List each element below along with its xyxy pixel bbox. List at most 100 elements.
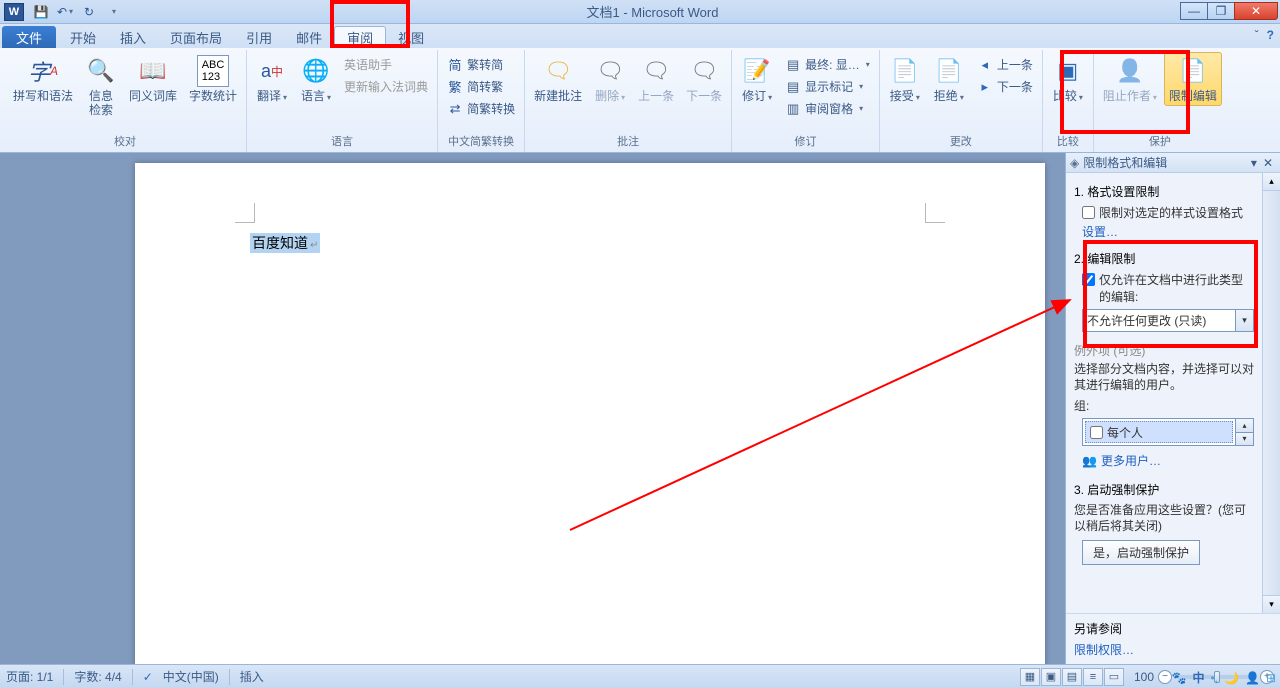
minimize-button[interactable]: — (1180, 2, 1208, 20)
editing-type-value: 不允许任何更改 (只读) (1082, 309, 1236, 332)
taskpane-footer: 另请参阅 限制权限… (1066, 613, 1280, 664)
restore-button[interactable]: ❐ (1207, 2, 1235, 20)
format-restrict-checkbox[interactable] (1082, 206, 1095, 219)
accept-button[interactable]: 📄接受▾ (884, 52, 926, 108)
everyone-checkbox[interactable] (1090, 426, 1103, 439)
document-canvas[interactable]: 百度知道 (0, 153, 1065, 664)
print-layout-view[interactable]: ▦ (1020, 668, 1040, 686)
thesaurus-button[interactable]: 📖同义词库 (124, 52, 182, 106)
group-label: 语言 (251, 131, 433, 152)
compare-button[interactable]: ▣比较▾ (1047, 52, 1089, 108)
help-icon[interactable]: ? (1267, 28, 1274, 42)
save-button[interactable]: 💾 (30, 2, 52, 22)
restrict-edit-icon: 📄 (1177, 55, 1209, 87)
tab-review[interactable]: 审阅 (334, 26, 386, 48)
exceptions-title: 例外项 (可选) (1074, 342, 1254, 359)
scroll-up-icon[interactable]: ▴ (1263, 173, 1280, 191)
web-view[interactable]: ▤ (1062, 668, 1082, 686)
tray-icon[interactable]: 🌙 (1224, 671, 1239, 685)
undo-button[interactable]: ↶▾ (54, 2, 76, 22)
editing-restrict-label: 仅允许在文档中进行此类型的编辑: (1099, 271, 1254, 305)
section-3-desc: 您是否准备应用这些设置？(您可以稍后将其关闭) (1074, 502, 1254, 534)
document-page[interactable]: 百度知道 (135, 163, 1045, 664)
group-comments: 🗨新建批注 🗨删除▾ 🗨上一条 🗨下一条 批注 (525, 50, 732, 152)
prev-change-button[interactable]: ◂上一条 (972, 54, 1038, 75)
title-bar: W 💾 ↶▾ ↻ ▾ 文档1 - Microsoft Word — ❐ ✕ (0, 0, 1280, 24)
outline-view[interactable]: ≡ (1083, 668, 1103, 686)
block-authors-button[interactable]: 👤阻止作者▾ (1098, 52, 1162, 108)
file-tab[interactable]: 文件 (2, 26, 56, 48)
tab-insert[interactable]: 插入 (108, 26, 158, 48)
taskpane-scrollbar[interactable]: ▴ ▾ (1262, 173, 1280, 613)
group-compare: ▣比较▾ 比较 (1043, 50, 1094, 152)
language-status[interactable]: 中文(中国) (163, 668, 219, 685)
proof-status-icon[interactable]: ✓ (143, 670, 153, 684)
more-users-link[interactable]: 更多用户… (1101, 452, 1161, 469)
ribbon-minimize-icon[interactable]: ˇ (1255, 28, 1259, 42)
draft-view[interactable]: ▭ (1104, 668, 1124, 686)
prev-comment-button[interactable]: 🗨上一条 (633, 52, 679, 106)
zoom-level[interactable]: 100 (1134, 670, 1154, 684)
taskpane-close-icon[interactable]: ✕ (1260, 156, 1276, 170)
next-change-button[interactable]: ▸下一条 (972, 76, 1038, 97)
word-count-status[interactable]: 字数: 4/4 (74, 668, 121, 685)
tab-references[interactable]: 引用 (234, 26, 284, 48)
english-helper-button[interactable]: 英语助手 (339, 54, 433, 75)
research-button[interactable]: 🔍信息 检索 (80, 52, 122, 120)
to-simplified-button[interactable]: 简繁转简 (442, 54, 520, 75)
group-label: 中文简繁转换 (442, 131, 520, 152)
editing-type-dropdown[interactable]: 不允许任何更改 (只读) ▾ (1082, 309, 1254, 332)
display-for-review[interactable]: ▤最终: 显…▾ (780, 54, 875, 75)
window-title: 文档1 - Microsoft Word (124, 2, 1181, 21)
tray-icon[interactable]: 👤 (1245, 671, 1260, 685)
wordcount-button[interactable]: ABC123字数统计 (184, 52, 242, 106)
new-comment-button[interactable]: 🗨新建批注 (529, 52, 587, 106)
track-changes-button[interactable]: 📝修订▾ (736, 52, 778, 108)
editing-restrict-checkbox[interactable] (1082, 273, 1095, 286)
qat-customize[interactable]: ▾ (102, 2, 124, 22)
update-ime-button[interactable]: 更新输入法词典 (339, 76, 433, 97)
reviewing-pane-button[interactable]: ▥审阅窗格▾ (780, 98, 875, 119)
ribbon-tabs: 文件 开始 插入 页面布局 引用 邮件 审阅 视图 ˇ ? (0, 24, 1280, 48)
redo-button[interactable]: ↻ (78, 2, 100, 22)
selected-text[interactable]: 百度知道 (250, 233, 320, 253)
close-button[interactable]: ✕ (1234, 2, 1278, 20)
restrict-permission-link[interactable]: 限制权限… (1074, 641, 1272, 658)
tab-page-layout[interactable]: 页面布局 (158, 26, 234, 48)
tray-icon[interactable]: ⊞ (1266, 671, 1276, 685)
zoom-out-button[interactable]: − (1158, 670, 1172, 684)
chinese-convert-button[interactable]: ⇄简繁转换 (442, 98, 520, 119)
group-label: 保护 (1098, 131, 1222, 152)
spelling-button[interactable]: 字A拼写和语法 (8, 52, 78, 106)
group-label: 修订 (736, 131, 875, 152)
chevron-down-icon[interactable]: ▾ (1236, 309, 1254, 332)
tray-icon[interactable]: 中 (1192, 669, 1204, 686)
group-label: 校对 (8, 131, 242, 152)
to-traditional-button[interactable]: 繁简转繁 (442, 76, 520, 97)
reject-button[interactable]: 📄拒绝▾ (928, 52, 970, 108)
tab-home[interactable]: 开始 (58, 26, 108, 48)
groups-listbox[interactable]: 每个人 ▴▾ (1082, 418, 1254, 446)
restrict-editing-button[interactable]: 📄限制编辑 (1164, 52, 1222, 106)
show-markup-button[interactable]: ▤显示标记▾ (780, 76, 875, 97)
quick-access-toolbar: 💾 ↶▾ ↻ ▾ (30, 2, 124, 22)
tray-icon[interactable]: 🐾 (1172, 671, 1187, 685)
scroll-down-icon[interactable]: ▾ (1263, 595, 1280, 613)
tab-view[interactable]: 视图 (386, 26, 436, 48)
delete-comment-button[interactable]: 🗨删除▾ (589, 52, 631, 108)
fullscreen-view[interactable]: ▣ (1041, 668, 1061, 686)
page-status[interactable]: 页面: 1/1 (6, 668, 53, 685)
insert-mode-status[interactable]: 插入 (240, 668, 264, 685)
language-button[interactable]: 🌐语言▾ (295, 52, 337, 108)
tray-icon[interactable]: •, (1210, 671, 1218, 685)
tab-mailings[interactable]: 邮件 (284, 26, 334, 48)
taskpane-menu-icon[interactable]: ◈ (1070, 156, 1079, 170)
view-buttons: ▦ ▣ ▤ ≡ ▭ (1020, 668, 1124, 686)
translate-button[interactable]: a中翻译▾ (251, 52, 293, 108)
listbox-scrollbar[interactable]: ▴▾ (1235, 419, 1253, 445)
format-settings-link[interactable]: 设置… (1082, 223, 1254, 240)
start-enforcement-button[interactable]: 是，启动强制保护 (1082, 540, 1200, 565)
taskpane-dropdown-icon[interactable]: ▾ (1248, 156, 1260, 170)
next-comment-button[interactable]: 🗨下一条 (681, 52, 727, 106)
taskpane-header: ◈ 限制格式和编辑 ▾ ✕ (1066, 153, 1280, 173)
